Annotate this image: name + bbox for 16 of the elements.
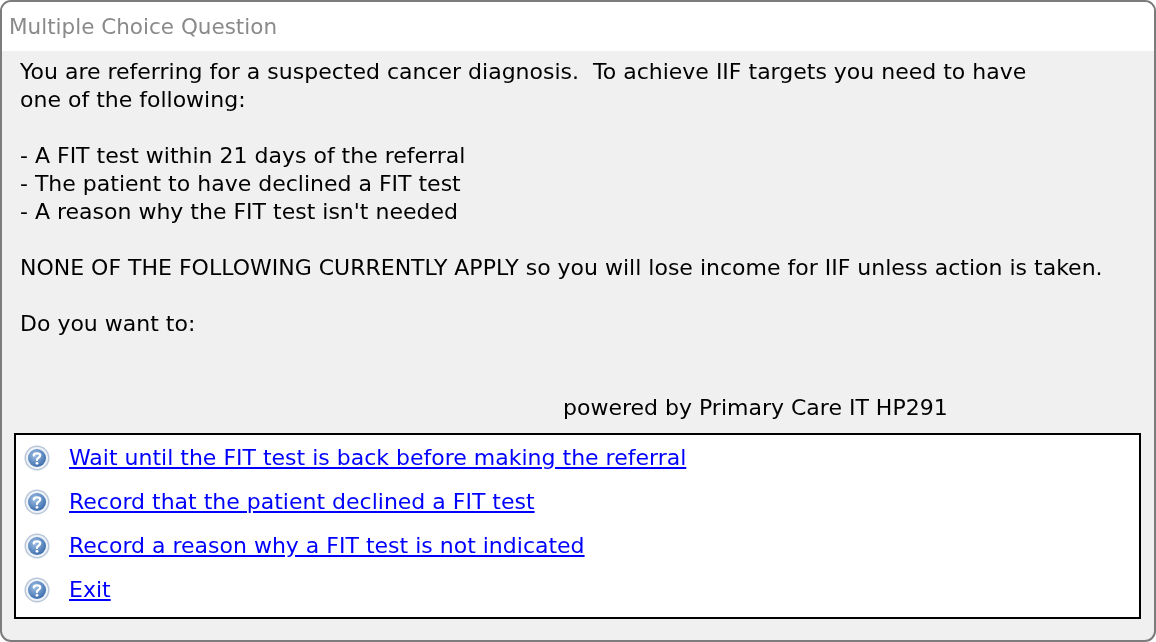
warning-text: NONE OF THE FOLLOWING CURRENTLY APPLY so you will lose income for IIF unless action is taken. xyxy=(20,254,1104,282)
help-icon xyxy=(24,533,50,559)
option-link[interactable]: Record a reason why a FIT test is not indicated xyxy=(69,532,585,560)
help-icon xyxy=(24,577,50,603)
powered-by-text: powered by Primary Care IT HP291 xyxy=(563,394,949,422)
bullet-item: - The patient to have declined a FIT test xyxy=(20,170,462,198)
prompt-text: Do you want to: xyxy=(20,310,197,338)
option-link[interactable]: Wait until the FIT test is back before making the referral xyxy=(69,444,687,472)
option-link[interactable]: Record that the patient declined a FIT test xyxy=(69,488,535,516)
bullet-item: - A reason why the FIT test isn't needed xyxy=(20,198,459,226)
option-link[interactable]: Exit xyxy=(69,576,111,604)
help-icon xyxy=(24,489,50,515)
bullet-item: - A FIT test within 21 days of the referral xyxy=(20,142,467,170)
help-icon xyxy=(24,445,50,471)
message-text: You are referring for a suspected cancer diagnosis. To achieve IIF targets you need to have one of the following: xyxy=(20,58,1028,114)
window-title: Multiple Choice Question xyxy=(9,14,278,39)
